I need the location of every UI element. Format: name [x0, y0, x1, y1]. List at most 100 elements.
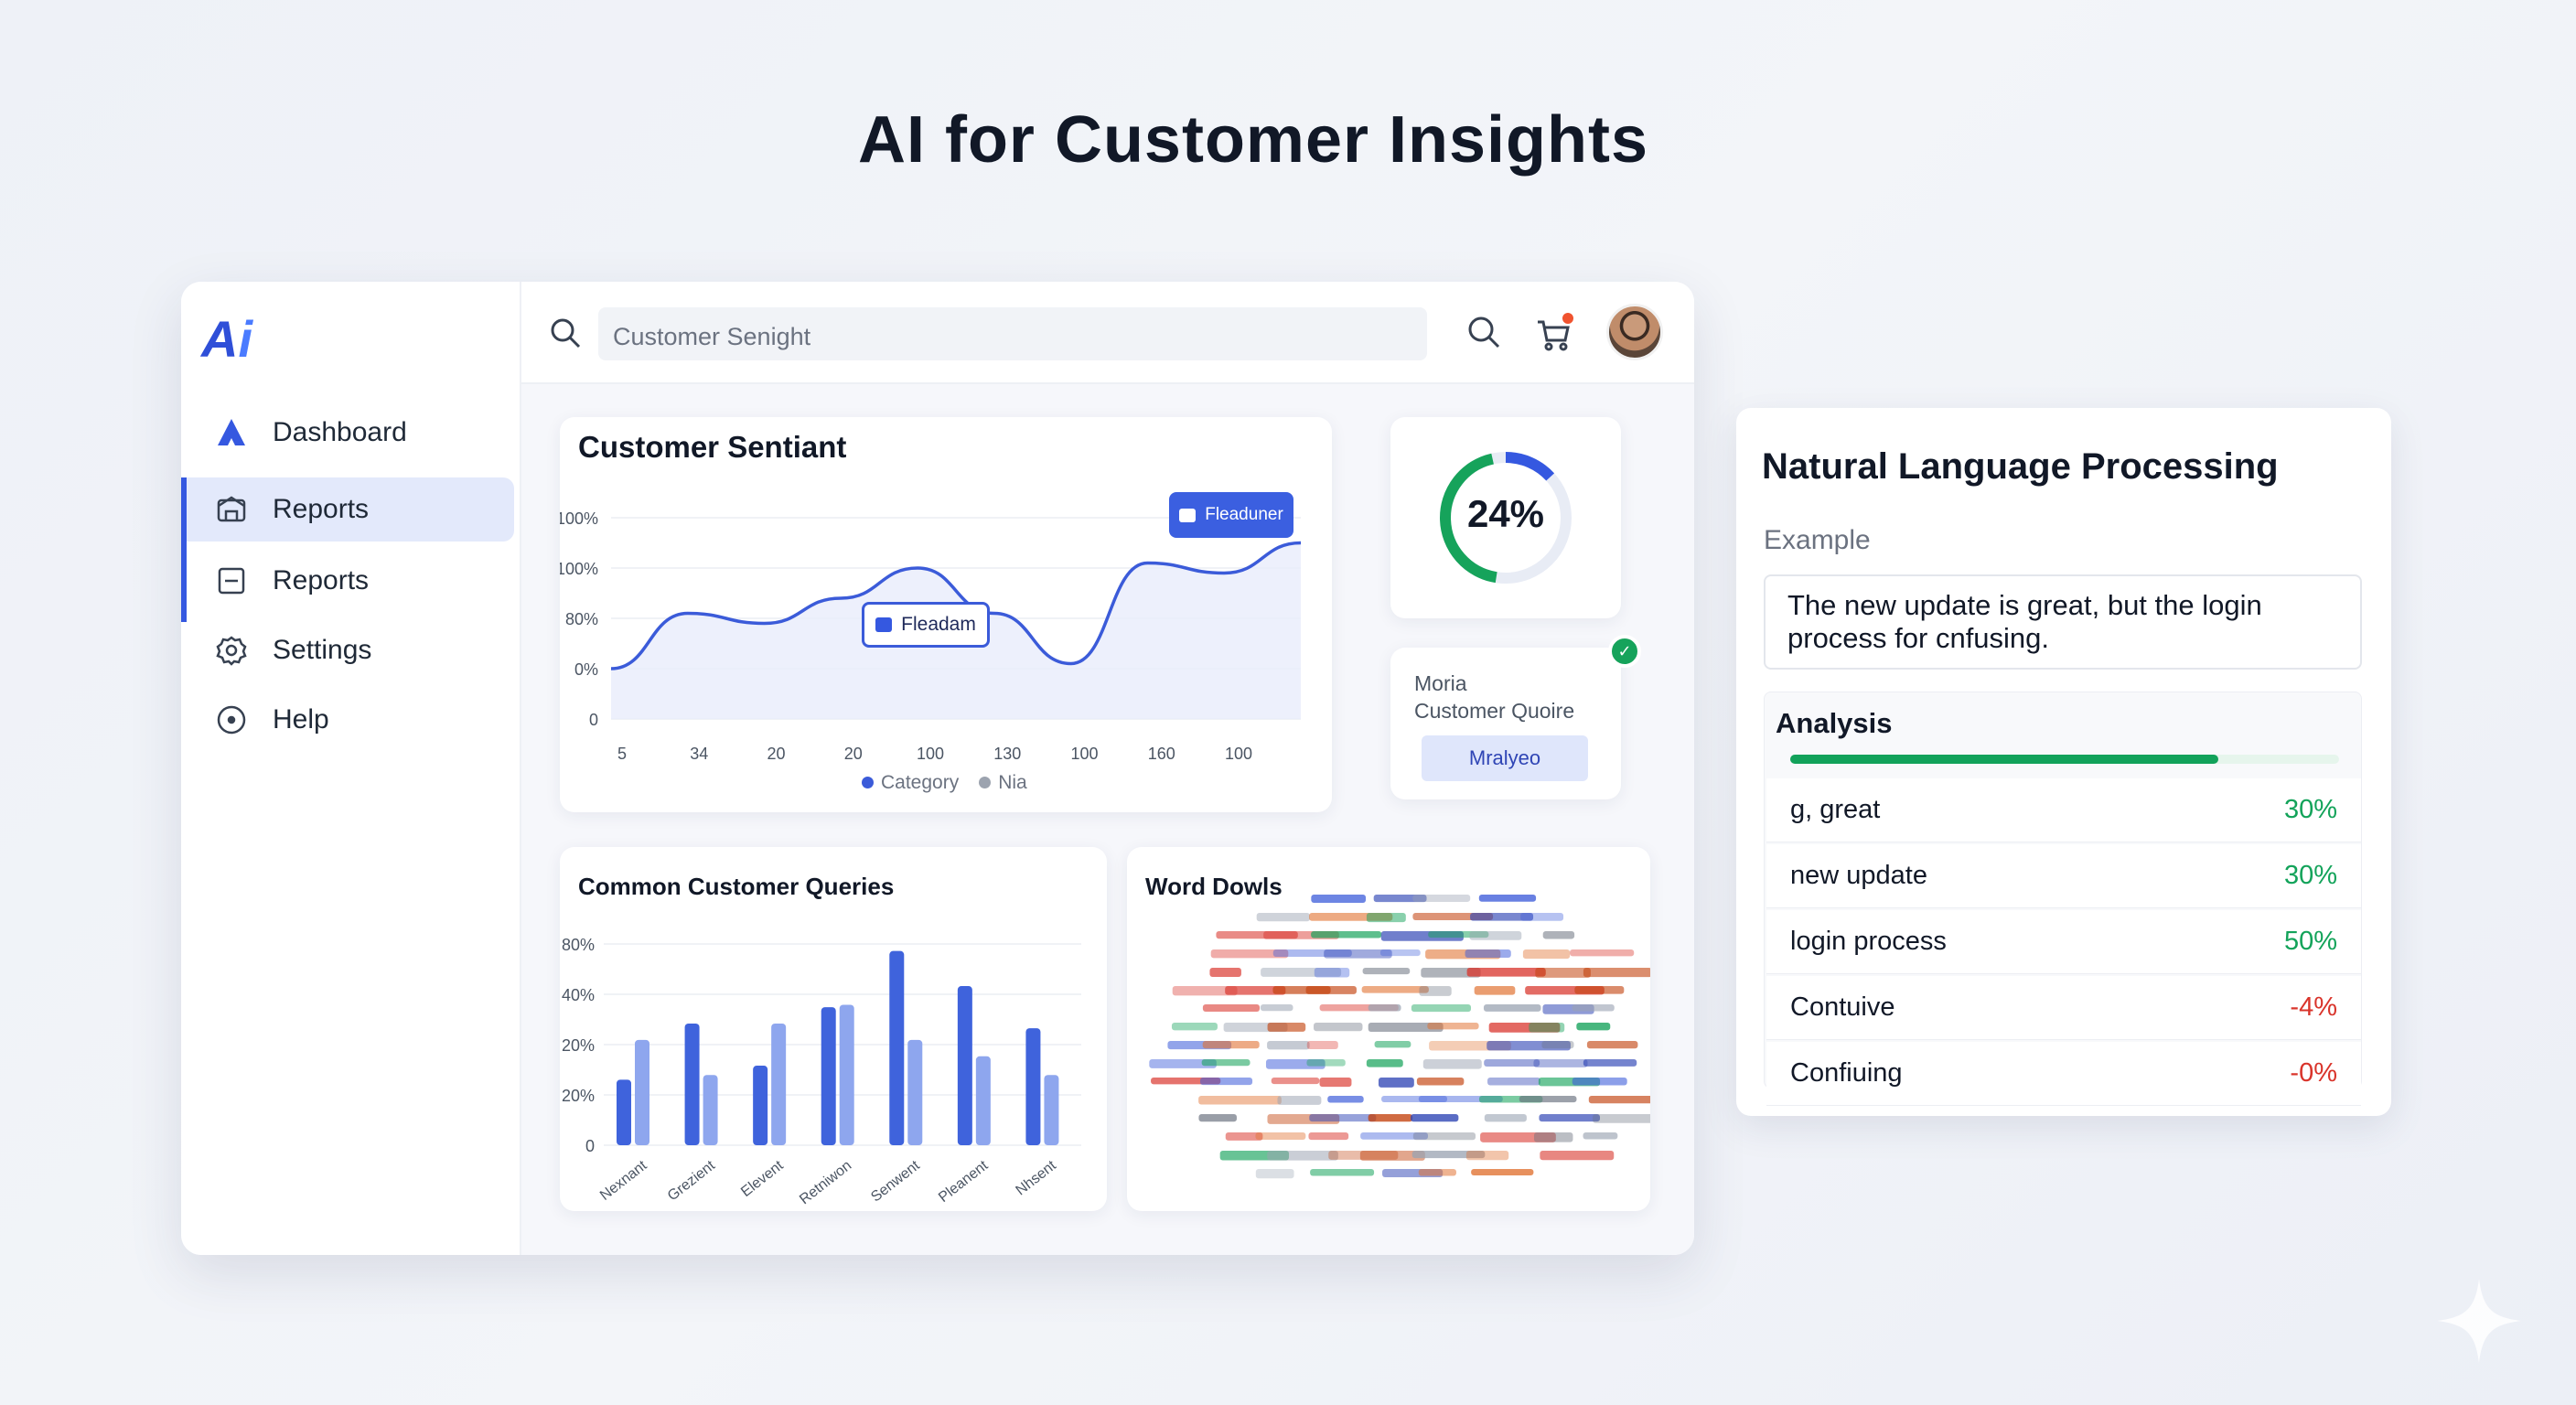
word-token [1416, 1078, 1465, 1086]
word-token [1277, 1096, 1322, 1105]
word-token [1368, 1004, 1401, 1012]
home-icon [214, 492, 249, 527]
page-title: AI for Customer Insights [857, 103, 1649, 177]
word-token [1484, 1059, 1540, 1067]
y-tick-label: 40% [562, 986, 595, 1004]
word-token [1260, 1004, 1293, 1012]
word-token [1198, 1096, 1282, 1105]
chart-tooltip-top: Fleaduner [1169, 492, 1293, 538]
word-token [1198, 1114, 1237, 1122]
nlp-panel: Natural Language Processing Example The … [1736, 408, 2391, 1116]
sidebar-item-settings[interactable]: Settings [181, 618, 514, 682]
legend-item: Nia [979, 772, 1027, 794]
word-token [1520, 913, 1564, 921]
queries-chart: 0 20% 20% 40% 80% Nexnant Grezient Elevent Retni… [562, 936, 1081, 1207]
word-token [1574, 986, 1625, 994]
search-icon[interactable] [1465, 315, 1504, 353]
chart-legend: Category Nia [862, 772, 1027, 794]
sidebar-item-label: Dashboard [273, 417, 407, 447]
tooltip-icon [875, 617, 893, 632]
analysis-title: Analysis [1776, 707, 1893, 739]
x-tick-label: 100 [917, 745, 944, 763]
bar-dark [684, 1023, 700, 1145]
word-token [1519, 1096, 1577, 1103]
x-tick-label: Nhsent [1013, 1157, 1059, 1198]
sidebar: Ai Dashboard Reports Reports Settings He… [181, 282, 521, 1255]
gauge-value: 24% [1466, 492, 1545, 535]
word-token [1311, 895, 1367, 904]
x-tick-label: Senwent [868, 1157, 923, 1205]
word-token [1314, 968, 1350, 978]
tooltip-icon [1179, 508, 1197, 522]
analysis-row[interactable]: login process 50% [1766, 910, 2361, 974]
word-token [1366, 1059, 1403, 1067]
word-token [1418, 1169, 1456, 1176]
example-text[interactable]: The new update is great, but the login p… [1764, 574, 2362, 670]
word-token [1361, 986, 1429, 993]
sidebar-item-help[interactable]: Help [181, 688, 514, 752]
analysis-row[interactable]: new update 30% [1766, 844, 2361, 908]
word-token [1583, 968, 1650, 978]
analysis-row[interactable]: Confiuing -0% [1766, 1042, 2361, 1106]
word-token [1209, 968, 1241, 978]
gauge-arc-blue [1505, 452, 1555, 481]
document-icon [214, 563, 249, 598]
sparkle-icon [2437, 1279, 2521, 1363]
y-tick-label: 0% [574, 660, 598, 679]
word-token [1411, 1004, 1472, 1013]
main-area: Customer Senight Customer Sentiant 0 0% 80… [521, 282, 1694, 1255]
analysis-section: Analysis g, great 30% new update 30% login p… [1764, 692, 2362, 1106]
word-token [1588, 1096, 1650, 1104]
word-token [1487, 1078, 1541, 1086]
bar-light [975, 1056, 991, 1145]
x-tick-label: 130 [993, 745, 1021, 763]
query-line-1: Moria [1414, 671, 1467, 695]
cart-icon[interactable] [1535, 311, 1575, 353]
word-token [1466, 968, 1546, 977]
analysis-row[interactable]: g, great 30% [1766, 778, 2361, 842]
queries-card: Common Customer Queries 0 20% 20% 40% 80% Nex… [560, 847, 1107, 1211]
y-tick-label: 20% [562, 1087, 595, 1105]
sidebar-item-reports[interactable]: Reports [181, 477, 514, 542]
word-token [1374, 1041, 1411, 1048]
word-token [1419, 986, 1452, 996]
word-token [1255, 1169, 1294, 1179]
analyze-button[interactable]: Mralyeo [1422, 735, 1588, 781]
x-tick-label: 160 [1148, 745, 1175, 763]
bar-dark [889, 950, 905, 1145]
bar-dark [753, 1066, 768, 1145]
word-token [1539, 1114, 1601, 1122]
x-tick-label: Retniwon [797, 1158, 854, 1207]
word-token [1465, 949, 1511, 958]
search-input[interactable]: Customer Senight [598, 307, 1427, 360]
word-token [1533, 1132, 1573, 1142]
legend-item: Category [862, 772, 959, 794]
gear-icon [214, 633, 249, 668]
word-token [1311, 931, 1382, 938]
y-tick-label: 80% [562, 936, 595, 954]
word-token [1309, 1114, 1377, 1122]
top-bar: Customer Senight [521, 282, 1694, 384]
word-token [1267, 1023, 1306, 1032]
sidebar-item-label: Settings [273, 635, 372, 665]
bar-dark [957, 986, 972, 1145]
analysis-term: g, great [1790, 795, 1881, 824]
x-tick-label: 5 [617, 745, 627, 763]
avatar[interactable] [1606, 304, 1663, 360]
analysis-progress [1790, 755, 2339, 764]
analysis-term: login process [1790, 927, 1947, 956]
y-tick-label: 100% [560, 560, 598, 578]
word-token [1379, 949, 1421, 957]
y-tick-label: 20% [562, 1036, 595, 1055]
dashboard-icon [214, 415, 249, 450]
word-token [1256, 913, 1310, 922]
search-icon[interactable] [549, 316, 582, 354]
analysis-row[interactable]: Contuive -4% [1766, 976, 2361, 1040]
word-token [1593, 1114, 1650, 1123]
word-token [1271, 1078, 1320, 1085]
word-token [1202, 1041, 1260, 1049]
analysis-term: Contuive [1790, 992, 1895, 1022]
word-token [1267, 1151, 1338, 1161]
sidebar-item-reports-2[interactable]: Reports [181, 549, 514, 613]
sidebar-item-dashboard[interactable]: Dashboard [181, 401, 514, 465]
